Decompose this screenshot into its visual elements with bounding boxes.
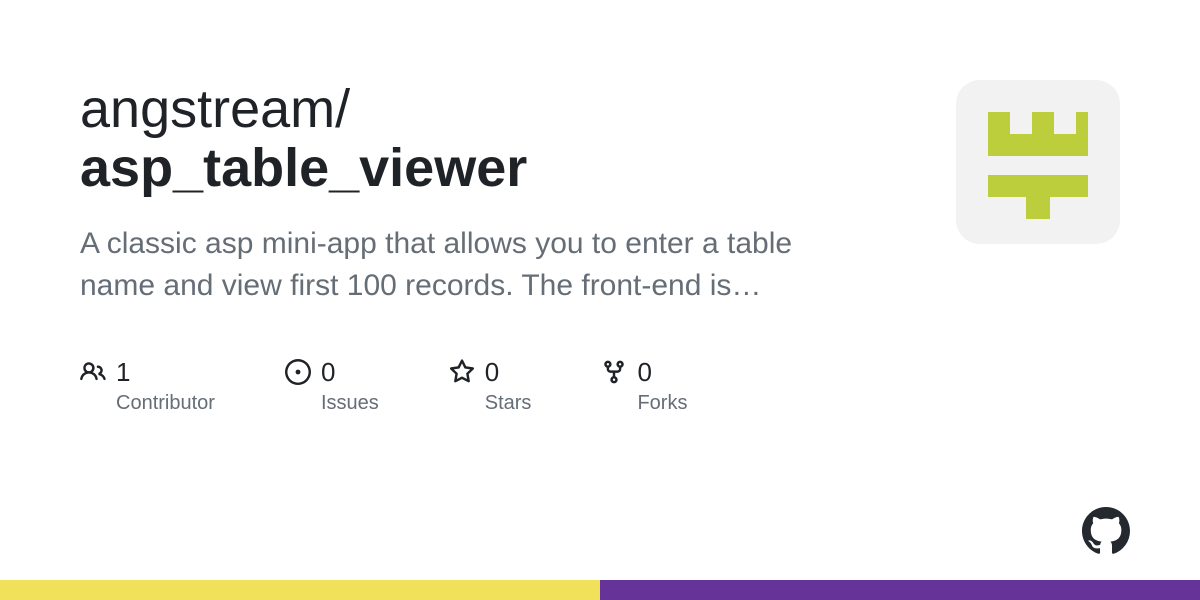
stats-row: 1 Contributor 0 Issues 0 Stars bbox=[80, 357, 840, 415]
repo-description: A classic asp mini-app that allows you t… bbox=[80, 223, 840, 307]
people-icon bbox=[80, 359, 106, 385]
stat-count: 0 bbox=[637, 357, 651, 388]
star-icon bbox=[449, 359, 475, 385]
stat-count: 0 bbox=[485, 357, 499, 388]
language-segment-javascript bbox=[0, 580, 600, 600]
stat-label: Forks bbox=[637, 392, 687, 415]
stat-issues[interactable]: 0 Issues bbox=[285, 357, 379, 415]
language-segment-css bbox=[600, 580, 1200, 600]
title-block: angstream/ asp_table_viewer bbox=[80, 80, 840, 199]
repo-name[interactable]: asp_table_viewer bbox=[80, 138, 527, 198]
stat-contributors[interactable]: 1 Contributor bbox=[80, 357, 215, 415]
avatar-pixel-icon bbox=[973, 97, 1103, 227]
stat-label: Contributor bbox=[116, 392, 215, 415]
stat-count: 1 bbox=[116, 357, 130, 388]
stat-count: 0 bbox=[321, 357, 335, 388]
stat-label: Issues bbox=[321, 392, 379, 415]
repo-card: angstream/ asp_table_viewer A classic as… bbox=[0, 0, 1200, 600]
stat-stars[interactable]: 0 Stars bbox=[449, 357, 532, 415]
language-bar bbox=[0, 580, 1200, 600]
fork-icon bbox=[601, 359, 627, 385]
stat-forks[interactable]: 0 Forks bbox=[601, 357, 687, 415]
repo-owner[interactable]: angstream bbox=[80, 79, 335, 139]
avatar[interactable] bbox=[956, 80, 1120, 244]
github-logo-icon[interactable] bbox=[1082, 507, 1130, 555]
owner-slash: / bbox=[335, 79, 350, 139]
stat-label: Stars bbox=[485, 392, 532, 415]
issue-icon bbox=[285, 359, 311, 385]
content-area: angstream/ asp_table_viewer A classic as… bbox=[80, 80, 840, 600]
